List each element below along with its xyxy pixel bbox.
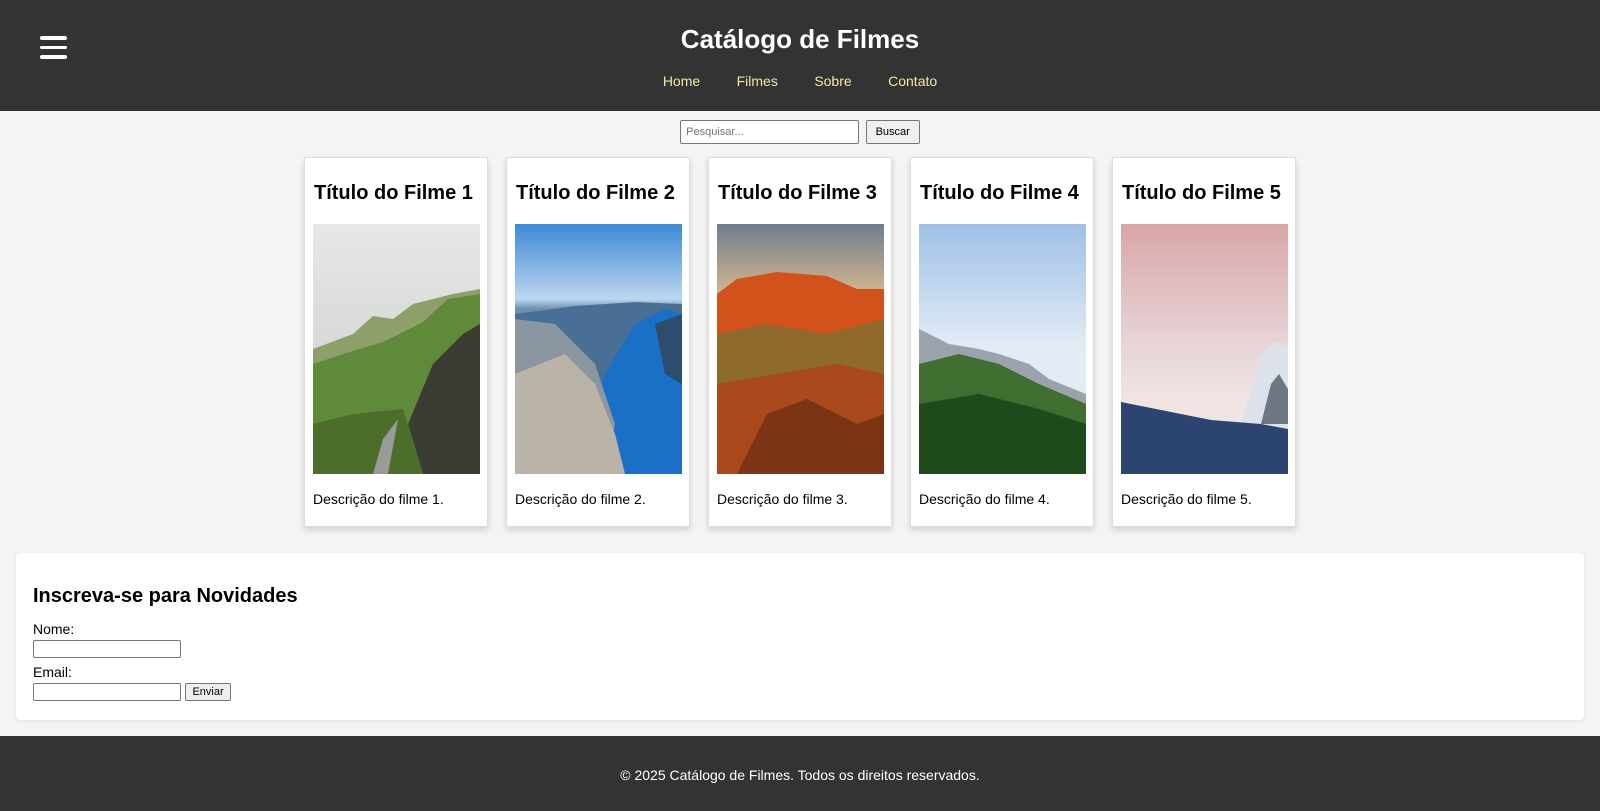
submit-button[interactable]: Enviar (185, 683, 231, 702)
email-label: Email: (33, 664, 72, 681)
movie-title: Título do Filme 1 (314, 182, 473, 204)
nav-link-filmes[interactable]: Filmes (737, 73, 778, 89)
newsletter-heading: Inscreva-se para Novidades (33, 585, 298, 607)
movie-card-5[interactable]: Título do Filme 5 Descrição do filme 5. (1112, 157, 1296, 527)
movie-title: Título do Filme 4 (920, 182, 1079, 204)
movie-description: Descrição do filme 2. (515, 491, 646, 507)
movie-card-4[interactable]: Título do Filme 4 Descrição do filme 4. (910, 157, 1094, 527)
movie-poster-image (1121, 224, 1288, 474)
name-label: Nome: (33, 621, 75, 637)
nav-link-contato[interactable]: Contato (888, 73, 937, 89)
movie-description: Descrição do filme 3. (717, 491, 848, 507)
movie-poster-image (515, 224, 682, 474)
movie-description: Descrição do filme 4. (919, 491, 1050, 507)
movie-card-3[interactable]: Título do Filme 3 Descrição do filme 3. (708, 157, 892, 527)
search-button[interactable]: Buscar (865, 120, 920, 144)
movie-list: Título do Filme 1 Descrição do filme 1. … (304, 157, 1296, 527)
main-nav: Home Filmes Sobre Contato (0, 73, 1600, 91)
name-field[interactable] (33, 640, 181, 658)
site-title: Catálogo de Filmes (680, 24, 920, 54)
movie-title: Título do Filme 5 (1122, 182, 1281, 204)
email-field[interactable] (33, 683, 181, 702)
search-bar: Buscar (0, 120, 1600, 144)
movie-poster-image (919, 224, 1086, 474)
movie-title: Título do Filme 3 (718, 182, 877, 204)
site-header: Catálogo de Filmes Home Filmes Sobre Con… (0, 0, 1600, 111)
site-footer: © 2025 Catálogo de Filmes. Todos os dire… (0, 736, 1600, 811)
newsletter-form: Inscreva-se para Novidades Nome: Email: … (16, 553, 1584, 720)
copyright-text: © 2025 Catálogo de Filmes. Todos os dire… (620, 767, 980, 783)
movie-poster-image (313, 224, 480, 474)
movie-description: Descrição do filme 5. (1121, 491, 1252, 507)
nav-link-sobre[interactable]: Sobre (814, 73, 851, 89)
movie-title: Título do Filme 2 (516, 182, 675, 204)
movie-description: Descrição do filme 1. (313, 491, 444, 507)
search-input[interactable] (680, 120, 860, 144)
nav-link-home[interactable]: Home (663, 73, 700, 89)
movie-card-1[interactable]: Título do Filme 1 Descrição do filme 1. (304, 157, 488, 527)
movie-card-2[interactable]: Título do Filme 2 Descrição do filme 2. (506, 157, 690, 527)
movie-poster-image (717, 224, 884, 474)
